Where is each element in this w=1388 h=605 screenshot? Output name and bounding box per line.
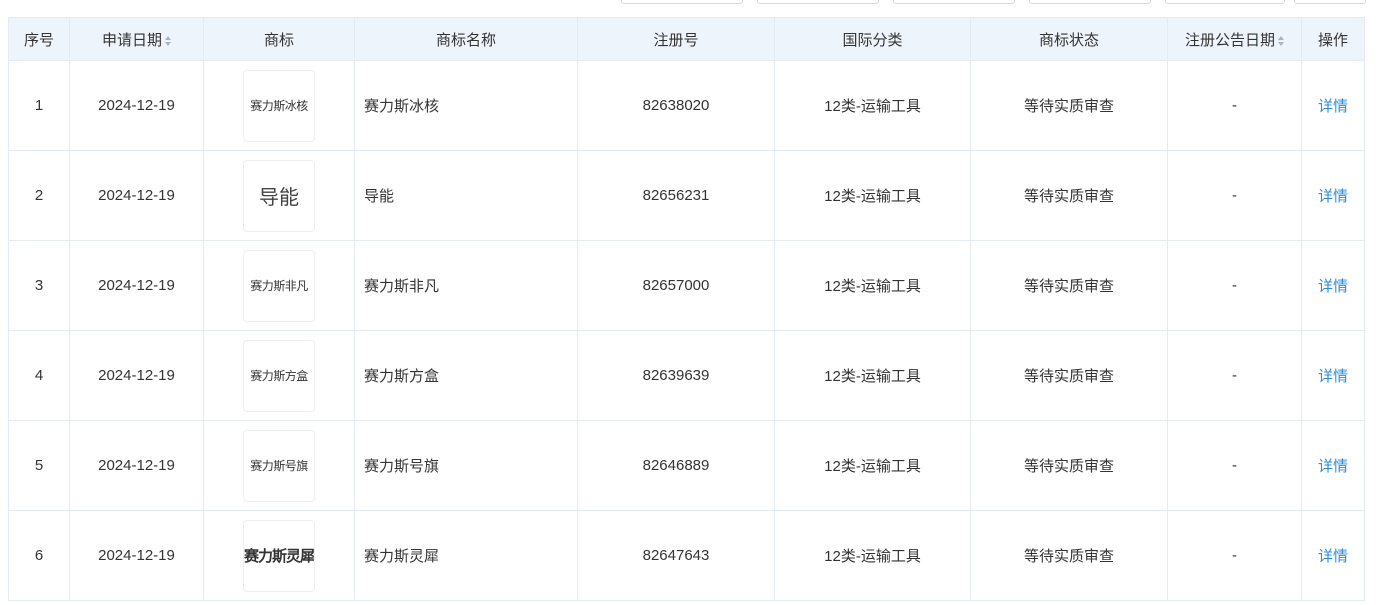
cell-logo: 赛力斯方盒 xyxy=(203,330,355,421)
filter-button[interactable] xyxy=(1165,0,1285,4)
cell-action: 详情 xyxy=(1301,330,1365,421)
detail-link[interactable]: 详情 xyxy=(1318,278,1348,295)
sort-icon[interactable] xyxy=(165,35,171,46)
cell-logo: 赛力斯号旗 xyxy=(203,420,355,511)
cell-logo: 赛力斯冰核 xyxy=(203,60,355,151)
cell-name: 赛力斯号旗 xyxy=(354,420,578,511)
column-header-reg-no: 注册号 xyxy=(577,17,775,61)
cell-name: 赛力斯灵犀 xyxy=(354,510,578,601)
trademark-table: 序号 申请日期 商标 商标名称 注册号 国际分类 商标状态 注册公告日期 操作 … xyxy=(8,17,1365,601)
cell-announce-date: - xyxy=(1167,420,1302,511)
cell-index: 5 xyxy=(8,420,70,511)
trademark-logo-image[interactable]: 导能 xyxy=(243,159,315,232)
cell-announce-date: - xyxy=(1167,150,1302,241)
cell-logo: 赛力斯灵犀 xyxy=(203,510,355,601)
sort-icon[interactable] xyxy=(1278,35,1284,46)
table-header-row: 序号 申请日期 商标 商标名称 注册号 国际分类 商标状态 注册公告日期 操作 xyxy=(8,17,1365,61)
cell-announce-date: - xyxy=(1167,60,1302,151)
cell-intl-class: 12类-运输工具 xyxy=(774,60,971,151)
cell-index: 2 xyxy=(8,150,70,241)
detail-link[interactable]: 详情 xyxy=(1318,458,1348,475)
cell-intl-class: 12类-运输工具 xyxy=(774,330,971,421)
table-row: 1 2024-12-19 赛力斯冰核 赛力斯冰核 82638020 12类-运输… xyxy=(8,60,1365,151)
cell-intl-class: 12类-运输工具 xyxy=(774,420,971,511)
cell-index: 3 xyxy=(8,240,70,331)
cell-apply-date: 2024-12-19 xyxy=(69,240,204,331)
cell-status: 等待实质审查 xyxy=(970,420,1168,511)
cell-index: 6 xyxy=(8,510,70,601)
cell-status: 等待实质审查 xyxy=(970,510,1168,601)
cell-name: 赛力斯方盒 xyxy=(354,330,578,421)
filter-button[interactable] xyxy=(1294,0,1366,4)
cell-logo: 导能 xyxy=(203,150,355,241)
table-row: 4 2024-12-19 赛力斯方盒 赛力斯方盒 82639639 12类-运输… xyxy=(8,330,1365,421)
cell-name: 赛力斯非凡 xyxy=(354,240,578,331)
detail-link[interactable]: 详情 xyxy=(1318,368,1348,385)
cell-announce-date: - xyxy=(1167,240,1302,331)
cell-name: 导能 xyxy=(354,150,578,241)
cell-reg-no: 82656231 xyxy=(577,150,775,241)
cell-intl-class: 12类-运输工具 xyxy=(774,240,971,331)
table-row: 5 2024-12-19 赛力斯号旗 赛力斯号旗 82646889 12类-运输… xyxy=(8,420,1365,511)
trademark-logo-image[interactable]: 赛力斯灵犀 xyxy=(243,519,315,592)
filter-button[interactable] xyxy=(1029,0,1151,4)
cell-announce-date: - xyxy=(1167,330,1302,421)
cell-status: 等待实质审查 xyxy=(970,60,1168,151)
top-filter-bar xyxy=(0,0,1388,16)
filter-button[interactable] xyxy=(757,0,879,4)
cell-reg-no: 82638020 xyxy=(577,60,775,151)
cell-index: 4 xyxy=(8,330,70,421)
column-header-intl-class: 国际分类 xyxy=(774,17,971,61)
cell-apply-date: 2024-12-19 xyxy=(69,510,204,601)
detail-link[interactable]: 详情 xyxy=(1318,548,1348,565)
cell-action: 详情 xyxy=(1301,240,1365,331)
trademark-logo-image[interactable]: 赛力斯非凡 xyxy=(243,249,315,322)
detail-link[interactable]: 详情 xyxy=(1318,188,1348,205)
cell-reg-no: 82639639 xyxy=(577,330,775,421)
cell-name: 赛力斯冰核 xyxy=(354,60,578,151)
filter-button[interactable] xyxy=(893,0,1015,4)
cell-status: 等待实质审查 xyxy=(970,150,1168,241)
cell-status: 等待实质审查 xyxy=(970,240,1168,331)
column-header-announce-date[interactable]: 注册公告日期 xyxy=(1167,17,1302,61)
cell-intl-class: 12类-运输工具 xyxy=(774,150,971,241)
column-header-index: 序号 xyxy=(8,17,70,61)
table-row: 2 2024-12-19 导能 导能 82656231 12类-运输工具 等待实… xyxy=(8,150,1365,241)
trademark-logo-image[interactable]: 赛力斯号旗 xyxy=(243,429,315,502)
cell-reg-no: 82657000 xyxy=(577,240,775,331)
cell-action: 详情 xyxy=(1301,60,1365,151)
column-header-action: 操作 xyxy=(1301,17,1365,61)
column-header-logo: 商标 xyxy=(203,17,355,61)
cell-reg-no: 82646889 xyxy=(577,420,775,511)
cell-action: 详情 xyxy=(1301,510,1365,601)
column-header-apply-date[interactable]: 申请日期 xyxy=(69,17,204,61)
cell-apply-date: 2024-12-19 xyxy=(69,330,204,421)
cell-apply-date: 2024-12-19 xyxy=(69,150,204,241)
cell-apply-date: 2024-12-19 xyxy=(69,420,204,511)
filter-button[interactable] xyxy=(621,0,743,4)
table-row: 3 2024-12-19 赛力斯非凡 赛力斯非凡 82657000 12类-运输… xyxy=(8,240,1365,331)
trademark-logo-image[interactable]: 赛力斯方盒 xyxy=(243,339,315,412)
detail-link[interactable]: 详情 xyxy=(1318,98,1348,115)
cell-action: 详情 xyxy=(1301,420,1365,511)
column-header-name: 商标名称 xyxy=(354,17,578,61)
cell-status: 等待实质审查 xyxy=(970,330,1168,421)
column-header-status: 商标状态 xyxy=(970,17,1168,61)
cell-index: 1 xyxy=(8,60,70,151)
trademark-logo-image[interactable]: 赛力斯冰核 xyxy=(243,69,315,142)
cell-reg-no: 82647643 xyxy=(577,510,775,601)
cell-action: 详情 xyxy=(1301,150,1365,241)
table-row: 6 2024-12-19 赛力斯灵犀 赛力斯灵犀 82647643 12类-运输… xyxy=(8,510,1365,601)
cell-intl-class: 12类-运输工具 xyxy=(774,510,971,601)
cell-announce-date: - xyxy=(1167,510,1302,601)
cell-logo: 赛力斯非凡 xyxy=(203,240,355,331)
cell-apply-date: 2024-12-19 xyxy=(69,60,204,151)
